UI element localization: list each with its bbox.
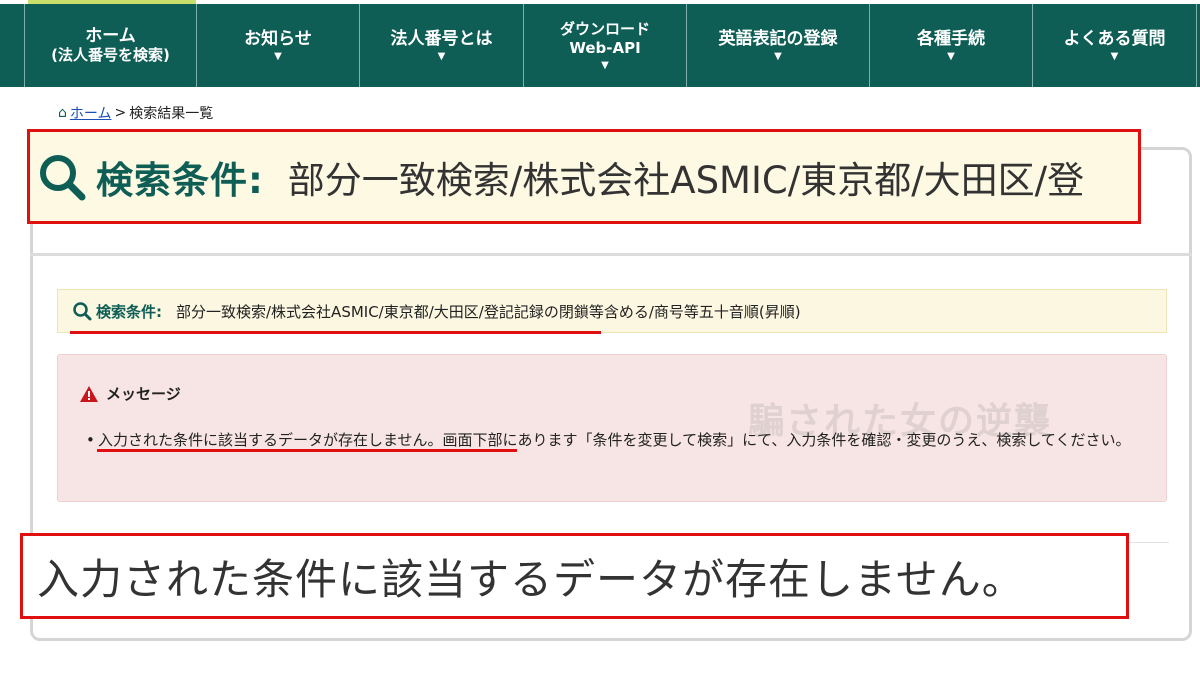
search-condition-bar: 検索条件: 部分一致検索/株式会社ASMIC/東京都/大田区/登記記録の閉鎖等含…: [57, 289, 1167, 333]
panel-divider: [30, 253, 1192, 256]
chevron-down-icon: ▼: [947, 50, 955, 62]
home-icon: ⌂: [58, 105, 67, 121]
highlight-underline: [70, 331, 601, 334]
message-bullet: •: [86, 431, 95, 449]
nav-item-sublabel: Web-API: [569, 38, 641, 57]
search-condition-label: 検索条件:: [96, 158, 264, 202]
nav-item-news[interactable]: お知らせ ▼: [196, 4, 359, 87]
highlight-underline: [97, 449, 517, 452]
nav-item-label: 法人番号とは: [390, 28, 493, 49]
nav-item-label: ホーム: [85, 26, 136, 46]
message-title-text: メッセージ: [106, 385, 181, 403]
nav-item-english[interactable]: 英語表記の登録 ▼: [686, 4, 869, 87]
zoomed-message-text: 入力された条件に該当するデータが存在しません。: [37, 554, 1025, 604]
chevron-down-icon: ▼: [1110, 50, 1119, 62]
global-nav: ホーム (法人番号を検索) お知らせ ▼ 法人番号とは ▼ ダウンロード Web…: [0, 4, 1200, 87]
nav-item-sublabel: (法人番号を検索): [51, 46, 170, 64]
watermark: 騙された女の逆襲: [748, 401, 1053, 442]
nav-item-faq[interactable]: よくある質問 ▼: [1032, 4, 1197, 87]
breadcrumb-separator: >: [114, 105, 127, 121]
zoomed-search-condition: 検索条件: 部分一致検索/株式会社ASMIC/東京都/大田区/登: [27, 129, 1141, 224]
message-title: メッセージ: [80, 383, 181, 404]
nav-item-label: ダウンロード: [559, 19, 650, 38]
search-icon: [73, 302, 92, 321]
breadcrumb: ⌂ ホーム > 検索結果一覧: [58, 103, 213, 123]
nav-item-label: 英語表記の登録: [718, 28, 838, 49]
breadcrumb-home-link[interactable]: ホーム: [70, 103, 112, 123]
chevron-down-icon: ▼: [774, 50, 782, 62]
search-condition-value: 部分一致検索/株式会社ASMIC/東京都/大田区/登記記録の閉鎖等含める/商号等…: [176, 302, 801, 321]
breadcrumb-current: 検索結果一覧: [129, 106, 214, 122]
search-condition-label: 検索条件:: [96, 302, 162, 321]
nav-item-download[interactable]: ダウンロード Web-API ▼: [523, 4, 686, 87]
panel-divider: [1125, 542, 1169, 543]
nav-item-about[interactable]: 法人番号とは ▼: [359, 4, 523, 87]
warning-icon: [80, 385, 98, 402]
nav-item-home[interactable]: ホーム (法人番号を検索): [24, 4, 196, 87]
chevron-down-icon: ▼: [274, 50, 282, 62]
nav-item-label: 各種手続: [917, 28, 985, 49]
search-condition-value: 部分一致検索/株式会社ASMIC/東京都/大田区/登: [287, 158, 1085, 202]
search-icon: [40, 154, 86, 200]
chevron-down-icon: ▼: [601, 59, 609, 71]
nav-item-label: お知らせ: [244, 28, 312, 49]
nav-item-label: よくある質問: [1063, 28, 1166, 49]
zoomed-message: 入力された条件に該当するデータが存在しません。: [20, 533, 1129, 619]
nav-item-procedures[interactable]: 各種手続 ▼: [869, 4, 1032, 87]
chevron-down-icon: ▼: [437, 50, 446, 62]
